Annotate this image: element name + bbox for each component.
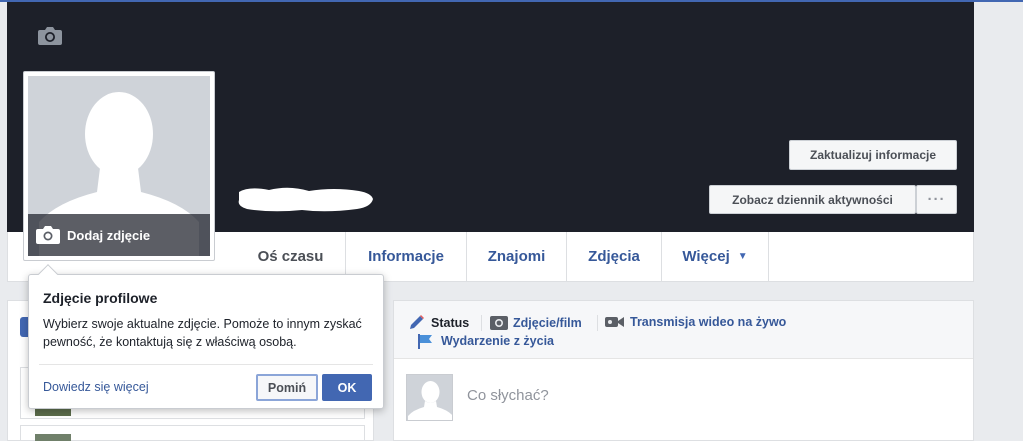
update-info-button[interactable]: Zaktualizuj informacje	[789, 140, 957, 170]
status-option-label: Status	[431, 316, 470, 330]
status-option[interactable]: Status	[408, 315, 469, 331]
avatar	[406, 374, 453, 421]
live-video-label: Transmisja wideo na żywo	[630, 315, 787, 329]
profile-picture-placeholder: Dodaj zdjęcie	[28, 76, 210, 256]
life-event-label: Wydarzenie z życia	[441, 334, 555, 348]
profile-name-redacted	[238, 187, 373, 212]
learn-more-link[interactable]: Dowiedz się więcej	[43, 380, 149, 394]
camera-icon	[36, 226, 60, 244]
profile-picture-popover: Zdjęcie profilowe Wybierz swoje aktualne…	[28, 264, 384, 409]
tab-label: Zdjęcia	[588, 248, 640, 265]
activity-log-button[interactable]: Zobacz dziennik aktywności	[709, 185, 916, 214]
cover-camera-icon[interactable]	[37, 25, 63, 47]
flag-icon	[418, 334, 432, 349]
tab-label: Oś czasu	[257, 248, 324, 265]
tab-label: Więcej	[682, 248, 730, 265]
whats-on-your-mind-input[interactable]: Co słychać?	[467, 387, 549, 404]
divider	[39, 364, 373, 365]
profile-picture[interactable]: Dodaj zdjęcie	[23, 71, 215, 261]
tab-label: Znajomi	[487, 248, 546, 265]
camera-icon	[490, 316, 508, 330]
skip-button[interactable]: Pomiń	[256, 374, 318, 401]
pencil-icon	[410, 315, 424, 329]
photo-video-option[interactable]: Zdjęcie/film	[490, 315, 582, 331]
popover-title: Zdjęcie profilowe	[43, 290, 158, 306]
live-video-option[interactable]: Transmisja wideo na żywo	[605, 315, 786, 329]
default-avatar-silhouette	[408, 381, 452, 420]
add-photo-label: Dodaj zdjęcie	[67, 227, 151, 243]
life-event-option[interactable]: Wydarzenie z życia	[416, 333, 554, 349]
tab-friends[interactable]: Znajomi	[467, 232, 567, 281]
tab-label: Informacje	[368, 248, 444, 265]
more-options-button[interactable]: ···	[916, 185, 957, 214]
divider	[597, 315, 598, 331]
add-photo-button[interactable]: Dodaj zdjęcie	[28, 214, 210, 256]
divider	[408, 333, 409, 347]
photo-video-label: Zdjęcie/film	[513, 316, 582, 330]
tab-more[interactable]: Więcej ▼	[662, 232, 769, 281]
video-camera-icon	[605, 317, 624, 327]
ok-button[interactable]: OK	[322, 374, 372, 401]
list-item[interactable]	[20, 425, 365, 441]
post-composer: Status Zdjęcie/film Transmisja wideo na …	[393, 300, 974, 441]
composer-options-bar: Status Zdjęcie/film Transmisja wideo na …	[394, 301, 973, 359]
caret-down-icon: ▼	[737, 251, 748, 262]
tab-photos[interactable]: Zdjęcia	[567, 232, 662, 281]
popover-body: Wybierz swoje aktualne zdjęcie. Pomoże t…	[43, 317, 362, 349]
thumbnail	[35, 434, 71, 441]
divider	[481, 315, 482, 331]
